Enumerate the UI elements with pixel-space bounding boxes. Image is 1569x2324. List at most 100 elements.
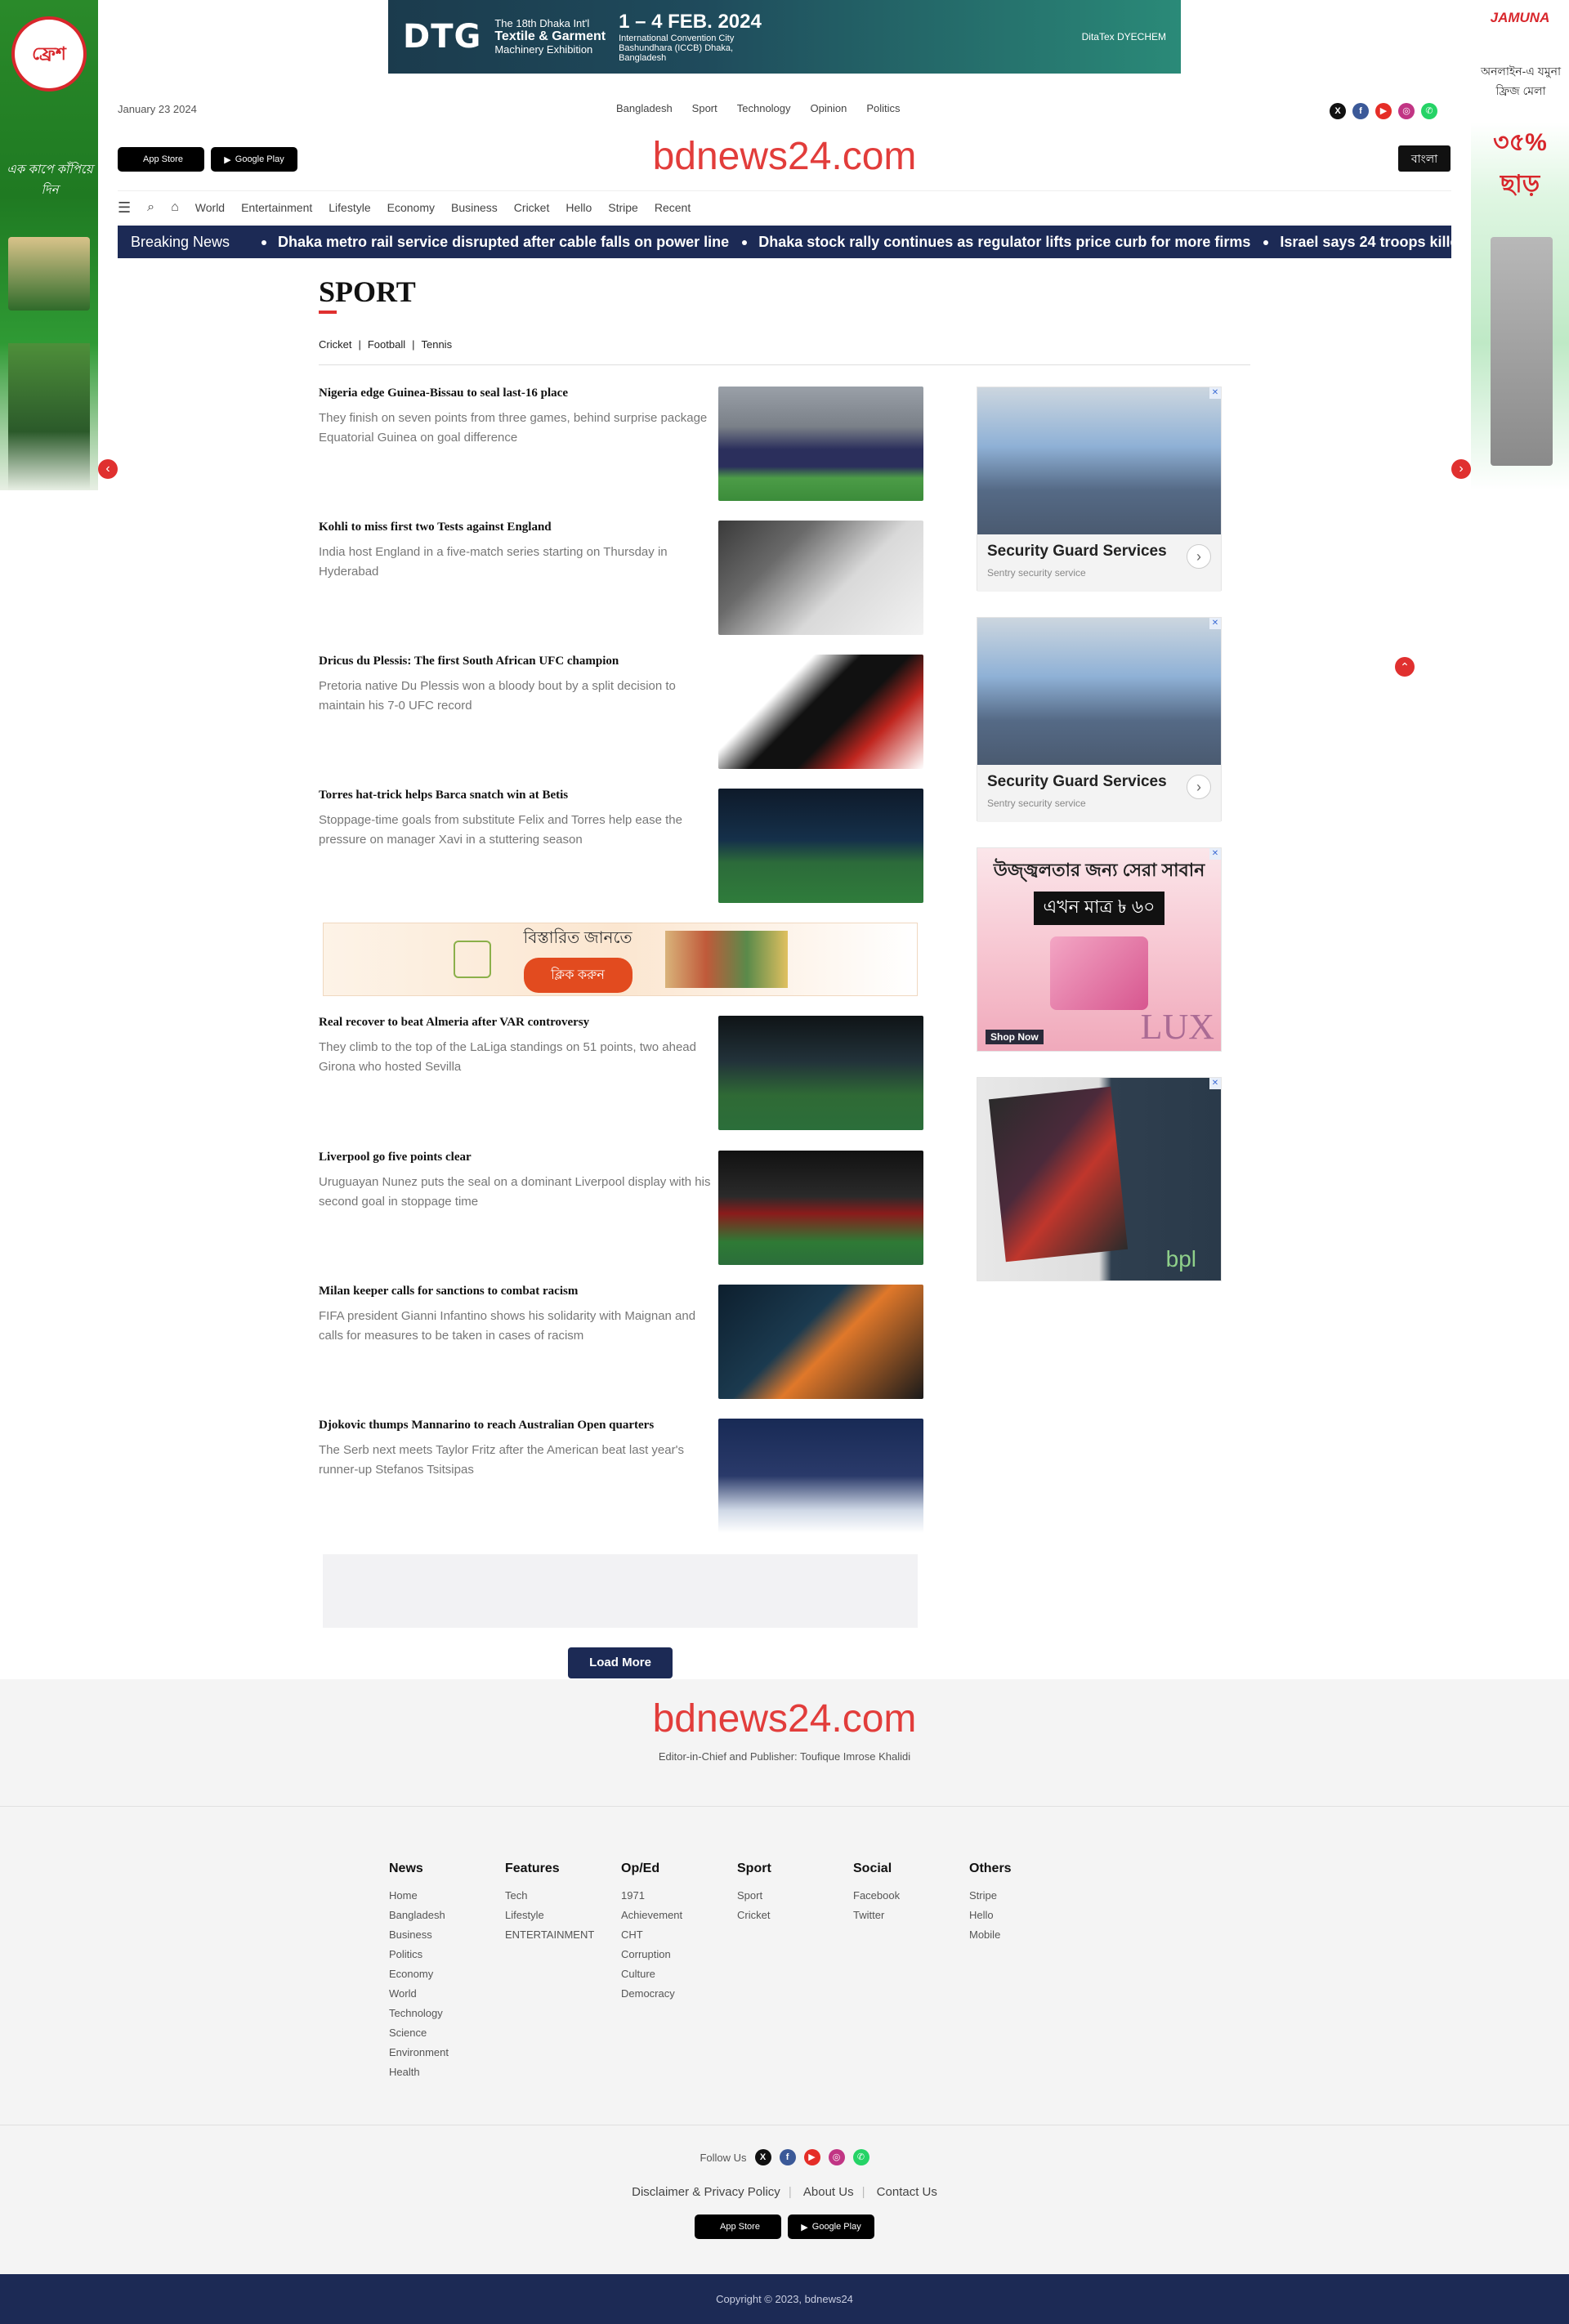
footer-link[interactable]: Environment [389, 2043, 505, 2063]
instagram-icon[interactable]: ◎ [828, 2149, 845, 2165]
article-image[interactable] [718, 655, 923, 769]
footer-link[interactable]: Contact Us [869, 2185, 945, 2199]
footer-link[interactable]: About Us [795, 2185, 862, 2199]
inline-ad-cta[interactable]: ক্লিক করুন [523, 958, 633, 993]
nav-item[interactable]: World [195, 201, 225, 214]
ad-title[interactable]: Security Guard Services [987, 773, 1211, 791]
x-icon[interactable]: X [754, 2149, 771, 2165]
chevron-right-icon[interactable]: › [1187, 775, 1211, 799]
footer-logo[interactable]: bdnews24.com [0, 1696, 1569, 1741]
google-play-badge[interactable]: ▶ Google Play [788, 2215, 874, 2239]
footer-link[interactable]: Economy [389, 1964, 505, 1984]
nav-item[interactable]: Recent [655, 201, 691, 214]
article-image[interactable] [718, 1285, 923, 1399]
inline-feed-ad[interactable]: বিস্তারিত জানতে ক্লিক করুন [323, 923, 918, 996]
nav-item[interactable]: Economy [387, 201, 435, 214]
footer-link[interactable]: Home [389, 1886, 505, 1906]
article-image[interactable] [718, 789, 923, 903]
nav-item[interactable]: Entertainment [241, 201, 312, 214]
left-skin-arrow[interactable]: ‹ [98, 459, 118, 479]
ad-choices-icon[interactable]: ✕ [1209, 387, 1221, 399]
ad-choices-icon[interactable]: ✕ [1209, 1078, 1221, 1089]
article-card[interactable]: Liverpool go five points clear Uruguayan… [319, 1151, 923, 1265]
article-title[interactable]: Liverpool go five points clear [319, 1151, 703, 1164]
instagram-icon[interactable]: ◎ [1398, 103, 1415, 119]
facebook-icon[interactable]: f [1352, 103, 1369, 119]
footer-link[interactable]: Culture [621, 1964, 737, 1984]
breaking-item[interactable]: Dhaka metro rail service disrupted after… [248, 234, 729, 251]
article-image[interactable] [718, 521, 923, 635]
youtube-icon[interactable]: ▶ [803, 2149, 820, 2165]
footer-link[interactable]: ENTERTAINMENT [505, 1925, 621, 1945]
article-card[interactable]: Real recover to beat Almeria after VAR c… [319, 1016, 923, 1130]
top-nav-item[interactable]: Sport [692, 102, 717, 114]
top-nav-item[interactable]: Politics [866, 102, 900, 114]
footer-link[interactable]: Science [389, 2023, 505, 2043]
right-skin-ad[interactable]: JAMUNA অনলাইন-এ যমুনা ফ্রিজ মেলা ৩৫% ছাড… [1471, 0, 1569, 490]
footer-link[interactable]: 1971 [621, 1886, 737, 1906]
menu-icon[interactable]: ☰ [118, 199, 131, 217]
language-button[interactable]: বাংলা [1398, 145, 1451, 172]
article-title[interactable]: Djokovic thumps Mannarino to reach Austr… [319, 1419, 703, 1432]
top-nav-item[interactable]: Technology [737, 102, 791, 114]
youtube-icon[interactable]: ▶ [1375, 103, 1392, 119]
nav-item[interactable]: Lifestyle [329, 201, 370, 214]
sidebar-ad-security[interactable]: Security Guard Services Sentry security … [977, 387, 1222, 592]
footer-link[interactable]: Achievement [621, 1906, 737, 1925]
subnav-item[interactable]: Football [368, 338, 405, 351]
footer-link[interactable]: Twitter [853, 1906, 969, 1925]
article-card[interactable]: Dricus du Plessis: The first South Afric… [319, 655, 923, 769]
footer-link[interactable]: Democracy [621, 1984, 737, 2004]
nav-item[interactable]: Cricket [514, 201, 550, 214]
article-card[interactable]: Djokovic thumps Mannarino to reach Austr… [319, 1419, 923, 1533]
whatsapp-icon[interactable]: ✆ [1421, 103, 1437, 119]
article-card[interactable]: Milan keeper calls for sanctions to comb… [319, 1285, 923, 1399]
article-title[interactable]: Milan keeper calls for sanctions to comb… [319, 1285, 703, 1298]
footer-link[interactable]: Politics [389, 1945, 505, 1964]
footer-link[interactable]: Business [389, 1925, 505, 1945]
scroll-top-button[interactable]: ⌃ [1395, 657, 1415, 677]
footer-link[interactable]: Lifestyle [505, 1906, 621, 1925]
whatsapp-icon[interactable]: ✆ [852, 2149, 869, 2165]
search-icon[interactable]: ⌕ [147, 200, 154, 215]
footer-link[interactable]: Corruption [621, 1945, 737, 1964]
footer-link[interactable]: Sport [737, 1886, 853, 1906]
footer-link[interactable]: Disclaimer & Privacy Policy [624, 2185, 789, 2199]
shop-now-button[interactable]: Shop Now [986, 1030, 1044, 1044]
site-logo[interactable]: bdnews24.com [0, 134, 1569, 179]
footer-link[interactable]: Health [389, 2063, 505, 2082]
sidebar-ad-book[interactable]: bpl ✕ [977, 1077, 1222, 1281]
footer-link[interactable]: Cricket [737, 1906, 853, 1925]
footer-link[interactable]: Hello [969, 1906, 1085, 1925]
home-icon[interactable]: ⌂ [171, 200, 179, 215]
footer-link[interactable]: Bangladesh [389, 1906, 505, 1925]
sidebar-ad-lux[interactable]: উজ্জ্বলতার জন্য সেরা সাবান এখন মাত্র ৳ ৬… [977, 847, 1222, 1052]
x-icon[interactable]: X [1330, 103, 1346, 119]
footer-link[interactable]: Technology [389, 2004, 505, 2023]
article-title[interactable]: Real recover to beat Almeria after VAR c… [319, 1016, 703, 1030]
article-image[interactable] [718, 1016, 923, 1130]
article-image[interactable] [718, 1419, 923, 1533]
top-nav-item[interactable]: Bangladesh [616, 102, 673, 114]
left-skin-ad[interactable]: ফ্রেশ এক কাপে কাঁপিয়ে দিন [0, 0, 98, 490]
footer-link[interactable]: Stripe [969, 1886, 1085, 1906]
app-store-badge[interactable]: App Store [695, 2215, 781, 2239]
ad-choices-icon[interactable]: ✕ [1209, 618, 1221, 629]
breaking-item[interactable]: Israel says 24 troops killed [1250, 234, 1451, 251]
sidebar-ad-security[interactable]: Security Guard Services Sentry security … [977, 617, 1222, 822]
ad-title[interactable]: Security Guard Services [987, 543, 1211, 561]
footer-link[interactable]: Tech [505, 1886, 621, 1906]
right-skin-arrow[interactable]: › [1451, 459, 1471, 479]
footer-link[interactable]: Mobile [969, 1925, 1085, 1945]
article-image[interactable] [718, 1151, 923, 1265]
ad-choices-icon[interactable]: ✕ [1209, 848, 1221, 860]
top-nav-item[interactable]: Opinion [811, 102, 847, 114]
footer-link[interactable]: World [389, 1984, 505, 2004]
footer-link[interactable]: Facebook [853, 1886, 969, 1906]
nav-item[interactable]: Stripe [608, 201, 638, 214]
article-title[interactable]: Dricus du Plessis: The first South Afric… [319, 655, 703, 668]
subnav-item[interactable]: Cricket [319, 338, 351, 351]
facebook-icon[interactable]: f [779, 2149, 796, 2165]
article-card[interactable]: Kohli to miss first two Tests against En… [319, 521, 923, 635]
nav-item[interactable]: Hello [565, 201, 592, 214]
